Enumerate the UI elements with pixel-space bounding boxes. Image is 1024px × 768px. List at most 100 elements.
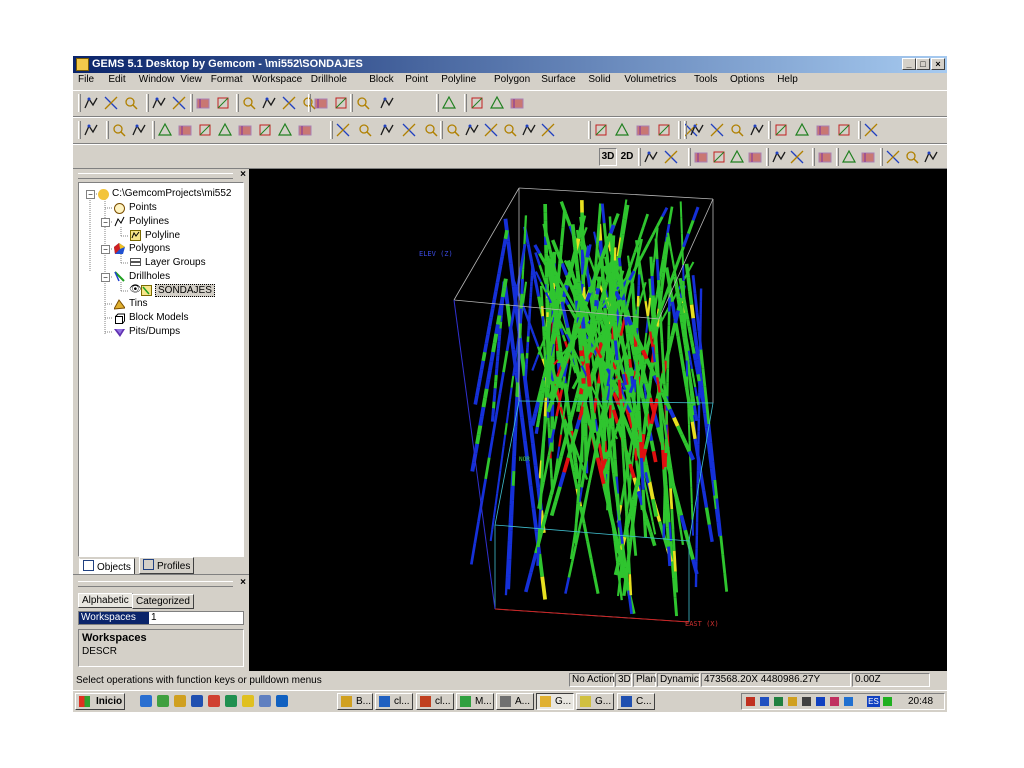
tb3-tool-icon[interactable] — [841, 149, 857, 165]
tab-objects[interactable]: Objects — [79, 558, 135, 575]
start-button[interactable]: Inicio — [75, 693, 125, 710]
taskbar-button[interactable]: M... — [456, 693, 494, 710]
tb2-tool-icon[interactable] — [357, 122, 373, 138]
3d-viewport[interactable]: ELEV (Z) EAST (X) NOR — [249, 169, 947, 671]
tb2-tool-icon[interactable] — [157, 122, 173, 138]
tb2-tool-icon[interactable] — [423, 122, 439, 138]
menu-help[interactable]: Help — [777, 74, 798, 85]
quick-launch-icon[interactable] — [276, 695, 288, 707]
tb2-tool-icon[interactable] — [401, 122, 417, 138]
taskbar-button[interactable]: G... — [536, 693, 574, 710]
tb1-tool-icon[interactable] — [151, 95, 167, 111]
tree-item-drillholes[interactable]: Drillholes — [129, 271, 170, 282]
taskbar-button[interactable]: A... — [496, 693, 534, 710]
tree-item-block-models[interactable]: Block Models — [129, 312, 188, 323]
tray-icon[interactable] — [830, 697, 839, 706]
menu-tools[interactable]: Tools — [694, 74, 717, 85]
tb2-tool-icon[interactable] — [635, 122, 651, 138]
tb2-tool-icon[interactable] — [521, 122, 537, 138]
tb2-tool-icon[interactable] — [863, 122, 879, 138]
properties-grip[interactable] — [78, 581, 233, 587]
tb1-tool-icon[interactable] — [333, 95, 349, 111]
tb2-tool-icon[interactable] — [197, 122, 213, 138]
view-3d-button[interactable]: 3D — [599, 148, 617, 166]
tree-item-layer-groups[interactable]: Layer Groups — [145, 257, 206, 268]
tree-item-tins[interactable]: Tins — [129, 298, 148, 309]
quick-launch-icon[interactable] — [208, 695, 220, 707]
tb2-tool-icon[interactable] — [729, 122, 745, 138]
collapse-polygons-icon[interactable]: − — [101, 245, 110, 254]
tb1-tool-icon[interactable] — [489, 95, 505, 111]
quick-launch-icon[interactable] — [225, 695, 237, 707]
tb3-tool-icon[interactable] — [693, 149, 709, 165]
quick-launch-icon[interactable] — [242, 695, 254, 707]
tray-icon[interactable] — [774, 697, 783, 706]
tb2-tool-icon[interactable] — [111, 122, 127, 138]
tray-icon[interactable] — [760, 697, 769, 706]
tray-icon[interactable] — [816, 697, 825, 706]
close-properties-icon[interactable]: × — [240, 577, 246, 588]
tray-icon[interactable] — [788, 697, 797, 706]
collapse-polylines-icon[interactable]: − — [101, 218, 110, 227]
menu-window[interactable]: Window — [139, 74, 175, 85]
tb2-tool-icon[interactable] — [445, 122, 461, 138]
properties-row[interactable]: Workspaces 1 — [78, 611, 244, 625]
tb3-tool-icon[interactable] — [663, 149, 679, 165]
collapse-drillholes-icon[interactable]: − — [101, 273, 110, 282]
tb1-tool-icon[interactable] — [103, 95, 119, 111]
tb3-tool-icon[interactable] — [711, 149, 727, 165]
tb2-tool-icon[interactable] — [749, 122, 765, 138]
close-button[interactable]: × — [931, 58, 945, 70]
menu-volumetrics[interactable]: Volumetrics — [624, 74, 676, 85]
tb2-tool-icon[interactable] — [614, 122, 630, 138]
tray-icon[interactable] — [844, 697, 853, 706]
tree-item-polygons[interactable]: Polygons — [129, 243, 170, 254]
tb2-tool-icon[interactable] — [257, 122, 273, 138]
tb2-tool-icon[interactable] — [540, 122, 556, 138]
tb3-tool-icon[interactable] — [771, 149, 787, 165]
tb3-tool-icon[interactable] — [643, 149, 659, 165]
tb1-tool-icon[interactable] — [241, 95, 257, 111]
taskbar-button[interactable]: cl... — [375, 693, 413, 710]
tb2-tool-icon[interactable] — [277, 122, 293, 138]
tree-item-polyline[interactable]: Polyline — [145, 230, 180, 241]
tb1-tool-icon[interactable] — [313, 95, 329, 111]
tb2-tool-icon[interactable] — [237, 122, 253, 138]
panel-grip[interactable] — [78, 173, 233, 179]
tray-status-icon[interactable] — [883, 697, 892, 706]
tb1-tool-icon[interactable] — [469, 95, 485, 111]
tab-profiles[interactable]: Profiles — [139, 557, 195, 574]
menu-block[interactable]: Block — [369, 74, 393, 85]
quick-launch-icon[interactable] — [140, 695, 152, 707]
tb3-tool-icon[interactable] — [904, 149, 920, 165]
menu-drillhole[interactable]: Drillhole — [311, 74, 347, 85]
tray-icon[interactable] — [746, 697, 755, 706]
tb1-tool-icon[interactable] — [379, 95, 395, 111]
tb2-tool-icon[interactable] — [217, 122, 233, 138]
tb1-tool-icon[interactable] — [281, 95, 297, 111]
tree-root-label[interactable]: C:\GemcomProjects\mi552 — [112, 188, 231, 199]
taskbar-button[interactable]: C... — [617, 693, 655, 710]
quick-launch-icon[interactable] — [259, 695, 271, 707]
tb3-tool-icon[interactable] — [789, 149, 805, 165]
tab-categorized[interactable]: Categorized — [132, 594, 194, 609]
tb2-tool-icon[interactable] — [297, 122, 313, 138]
tb1-tool-icon[interactable] — [171, 95, 187, 111]
tb1-tool-icon[interactable] — [123, 95, 139, 111]
menu-point[interactable]: Point — [405, 74, 428, 85]
menu-format[interactable]: Format — [211, 74, 243, 85]
tab-alphabetic[interactable]: Alphabetic — [78, 593, 133, 608]
collapse-root-icon[interactable]: − — [86, 190, 95, 199]
tb1-tool-icon[interactable] — [355, 95, 371, 111]
menu-edit[interactable]: Edit — [108, 74, 125, 85]
tb2-tool-icon[interactable] — [815, 122, 831, 138]
property-value[interactable]: 1 — [151, 612, 157, 624]
tb2-tool-icon[interactable] — [593, 122, 609, 138]
tb1-tool-icon[interactable] — [195, 95, 211, 111]
drillhole-scene[interactable]: ELEV (Z) EAST (X) NOR — [249, 169, 947, 671]
tb2-tool-icon[interactable] — [794, 122, 810, 138]
menu-solid[interactable]: Solid — [588, 74, 610, 85]
minimize-button[interactable]: _ — [902, 58, 916, 70]
quick-launch-icon[interactable] — [174, 695, 186, 707]
tb2-tool-icon[interactable] — [131, 122, 147, 138]
